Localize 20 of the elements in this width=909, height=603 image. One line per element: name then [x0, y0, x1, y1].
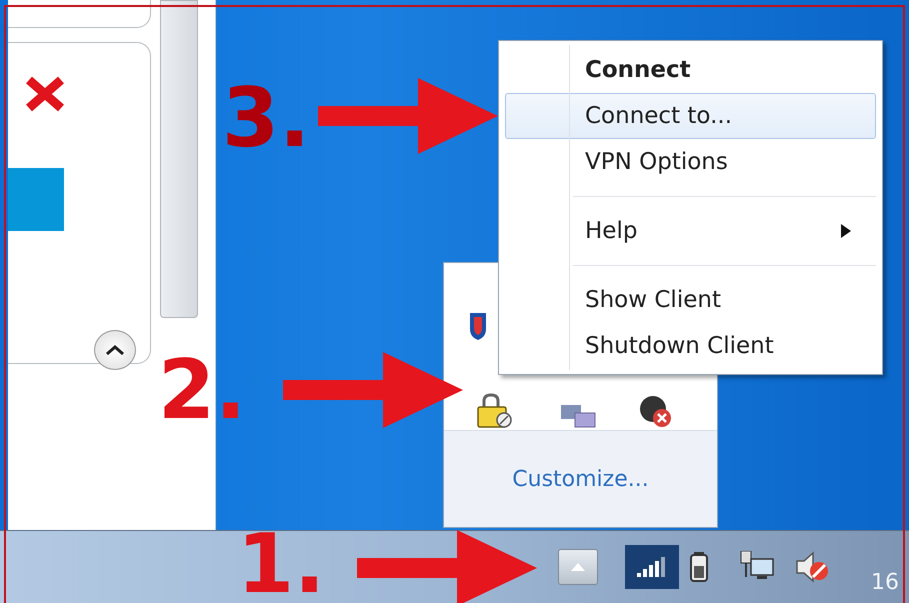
menu-item[interactable]: VPN Options: [505, 139, 876, 185]
shield-icon[interactable]: [468, 311, 488, 341]
menu-item[interactable]: Show Client: [505, 277, 876, 323]
scrollbar-thumb[interactable]: [160, 0, 198, 318]
step-number: 1.: [237, 524, 326, 603]
signal-icon[interactable]: [625, 545, 679, 589]
muted-speaker-icon[interactable]: [795, 551, 831, 583]
show-hidden-icons-button[interactable]: [558, 549, 598, 585]
battery-icon[interactable]: [689, 552, 709, 582]
step-number: 3.: [222, 78, 310, 160]
menu-item[interactable]: Connect to...: [505, 93, 876, 139]
menu-item[interactable]: Connect: [505, 47, 876, 93]
tile[interactable]: [8, 168, 64, 231]
menu-item[interactable]: Shutdown Client: [505, 323, 876, 369]
menu-item[interactable]: Help: [505, 208, 876, 254]
collapse-button[interactable]: [94, 330, 136, 370]
close-icon[interactable]: [25, 76, 65, 112]
chevron-up-icon: [106, 345, 124, 355]
caret-icon: [571, 563, 585, 571]
customize-link[interactable]: Customize...: [512, 466, 649, 492]
